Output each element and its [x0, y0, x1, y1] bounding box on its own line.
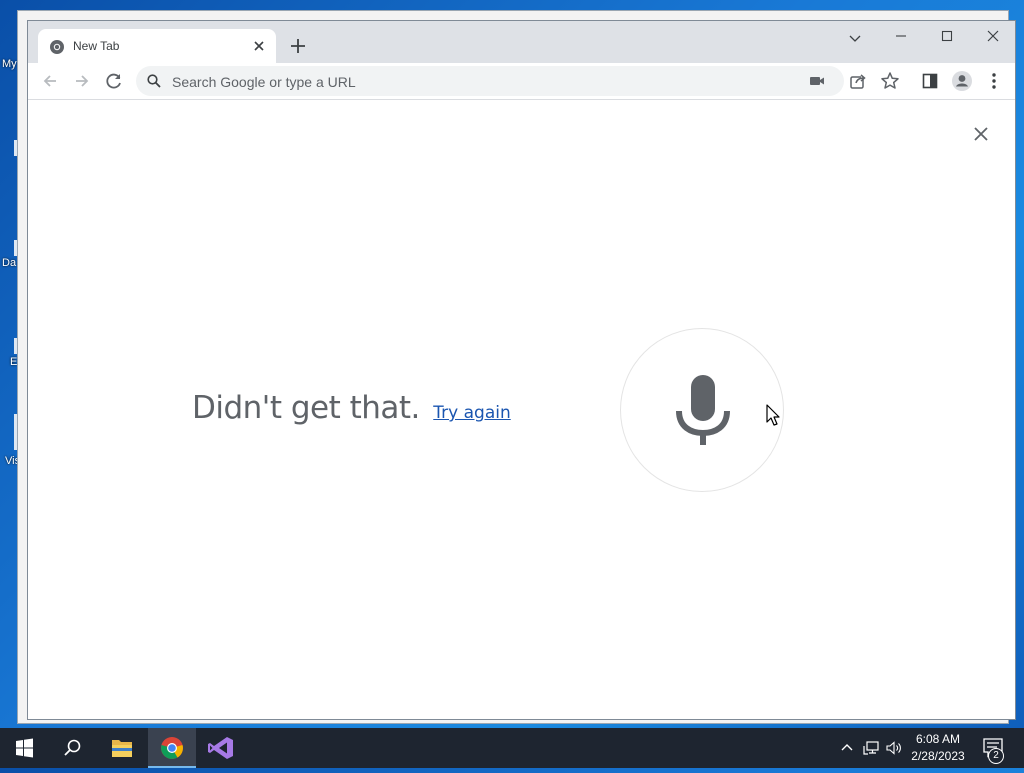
- file-explorer-icon[interactable]: [98, 728, 146, 768]
- new-tab-button[interactable]: [287, 35, 309, 57]
- clock-time: 6:08 AM: [915, 732, 961, 746]
- microphone-icon: [676, 375, 730, 445]
- minimize-button[interactable]: [878, 25, 924, 55]
- chrome-icon: [50, 40, 64, 54]
- chrome-window: New Tab Search Google or type a URL Didn…: [27, 20, 1016, 720]
- taskbar-search-icon[interactable]: [48, 728, 96, 768]
- volume-icon[interactable]: [885, 739, 903, 757]
- menu-kebab-icon[interactable]: [981, 68, 1007, 94]
- reload-button[interactable]: [101, 68, 127, 94]
- search-icon: [147, 74, 161, 88]
- visual-studio-icon[interactable]: [197, 728, 245, 768]
- voice-error-text: Didn't get that.: [192, 390, 420, 426]
- chevron-up-icon[interactable]: [838, 739, 856, 757]
- maximize-button[interactable]: [924, 25, 970, 55]
- address-input[interactable]: [170, 66, 774, 98]
- mouse-cursor-icon: [766, 404, 780, 426]
- system-clock[interactable]: 6:08 AM 2/28/2023: [902, 731, 974, 765]
- camera-icon[interactable]: [808, 72, 826, 90]
- try-again-link[interactable]: Try again: [433, 403, 510, 423]
- voice-status-message: Didn't get that. Try again: [192, 390, 511, 426]
- taskbar: 6:08 AM 2/28/2023 2: [0, 728, 1024, 768]
- start-windows-icon[interactable]: [0, 728, 48, 768]
- forward-button[interactable]: [69, 68, 95, 94]
- side-panel-icon[interactable]: [917, 68, 943, 94]
- omnibox[interactable]: [136, 66, 844, 98]
- taskbar-chrome-button[interactable]: [148, 728, 196, 768]
- microphone-button[interactable]: [620, 328, 784, 492]
- tab-title: New Tab: [73, 39, 120, 53]
- notification-count-badge: 2: [988, 748, 1004, 764]
- close-icon[interactable]: [971, 124, 991, 144]
- close-window-button[interactable]: [970, 25, 1016, 55]
- title-bar: New Tab: [28, 21, 1015, 63]
- back-button[interactable]: [37, 68, 63, 94]
- bookmark-star-icon[interactable]: [877, 68, 903, 94]
- share-icon[interactable]: [845, 68, 871, 94]
- clock-date: 2/28/2023: [911, 749, 965, 763]
- voice-search-overlay: Didn't get that. Try again: [28, 100, 1015, 719]
- profile-avatar-icon[interactable]: [949, 68, 975, 94]
- desktop-icon-label[interactable]: My: [2, 58, 17, 70]
- tab-search-button[interactable]: [832, 25, 878, 55]
- desktop-icon-label[interactable]: Da: [2, 257, 16, 269]
- network-icon[interactable]: [862, 739, 880, 757]
- toolbar: [28, 63, 1015, 100]
- chrome-icon: [161, 737, 183, 759]
- close-tab-icon[interactable]: [250, 37, 268, 55]
- tab-new-tab[interactable]: New Tab: [38, 29, 276, 63]
